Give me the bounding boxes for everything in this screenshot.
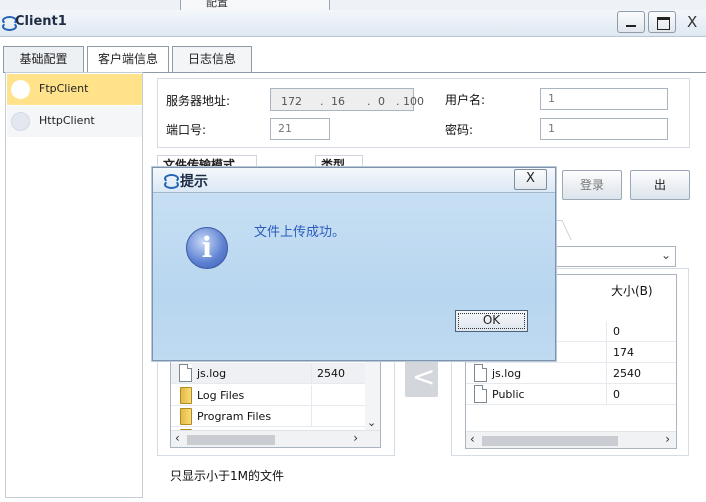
- port-input[interactable]: 21: [270, 118, 330, 140]
- tab-client-info[interactable]: 客户端信息: [87, 46, 169, 73]
- server-address-label: 服务器地址:: [166, 94, 231, 108]
- list-item-label: HttpClient: [39, 114, 95, 127]
- file-name: Public: [492, 388, 525, 401]
- scroll-right-icon: ›: [353, 431, 358, 445]
- radio-icon: [11, 112, 30, 131]
- ip-octet-2: 16: [331, 95, 345, 108]
- arrow-left-icon: <: [412, 360, 436, 393]
- file-size: 174: [613, 346, 634, 359]
- dialog-message: 文件上传成功。: [254, 225, 346, 240]
- folder-icon: [180, 387, 192, 404]
- chevron-down-icon: ⌄: [660, 248, 671, 262]
- username-input[interactable]: 1: [540, 88, 668, 110]
- table-row[interactable]: Program Files: [171, 406, 366, 427]
- tab-basic-config[interactable]: 基础配置: [3, 46, 84, 72]
- client-type-list: FtpClient HttpClient: [5, 72, 143, 498]
- file-icon: [179, 364, 192, 382]
- password-input[interactable]: 1: [540, 118, 668, 140]
- window-title: Client1: [15, 14, 67, 29]
- scroll-left-icon: ‹: [175, 431, 180, 445]
- close-icon: X: [687, 13, 698, 31]
- remote-path-select[interactable]: ⌄: [555, 246, 676, 267]
- size-column-header[interactable]: 大小(B): [611, 282, 653, 299]
- ok-button[interactable]: OK: [455, 310, 528, 332]
- file-name: js.log: [492, 367, 522, 380]
- scroll-down-icon: ⌄: [367, 416, 377, 429]
- window-title-bar: Client1 X: [0, 10, 706, 37]
- ip-octet-4: 100: [403, 95, 424, 108]
- info-icon: i: [186, 227, 228, 269]
- table-row[interactable]: js.log 2540: [171, 363, 366, 384]
- download-arrow-button[interactable]: <: [405, 356, 438, 397]
- message-dialog: 提示 X i 文件上传成功。 OK: [152, 167, 556, 361]
- login-button[interactable]: 登录: [562, 170, 622, 200]
- password-label: 密码:: [445, 123, 474, 137]
- file-size: 2540: [613, 367, 641, 380]
- file-size-note: 只显示小于1M的文件: [170, 469, 284, 483]
- file-size: 2540: [317, 367, 345, 380]
- table-row[interactable]: Log Files: [171, 385, 366, 406]
- ip-dot: .: [396, 95, 400, 108]
- file-name: Log Files: [197, 389, 245, 402]
- ip-dot: .: [320, 95, 324, 108]
- scroll-thumb[interactable]: [482, 436, 618, 446]
- username-label: 用户名:: [445, 93, 486, 107]
- scroll-left-icon: ‹: [470, 432, 475, 446]
- dialog-body: i 文件上传成功。 OK: [153, 194, 555, 360]
- ip-octet-1: 172: [281, 95, 302, 108]
- file-name: js.log: [197, 367, 227, 380]
- file-size: 0: [613, 388, 620, 401]
- scroll-right-icon: ›: [665, 432, 670, 446]
- ip-octet-3: 0: [378, 95, 385, 108]
- background-tab-label: 配置: [206, 0, 228, 9]
- list-item-label: FtpClient: [39, 82, 89, 95]
- dialog-close-button[interactable]: X: [514, 169, 547, 190]
- logout-button[interactable]: 出: [630, 170, 690, 200]
- app-icon: [0, 15, 17, 31]
- scroll-thumb[interactable]: [187, 435, 275, 445]
- table-row[interactable]: js.log 2540: [466, 363, 676, 384]
- horizontal-scrollbar[interactable]: ‹ ›: [171, 430, 380, 447]
- app-icon: [162, 173, 179, 189]
- ip-dot: .: [367, 95, 371, 108]
- file-icon: [474, 385, 487, 403]
- list-item-ftpclient[interactable]: FtpClient: [7, 74, 142, 105]
- server-ip-input[interactable]: 172 . 16 . 0 . 100: [270, 88, 424, 111]
- table-row[interactable]: Public 0: [466, 384, 676, 405]
- file-icon: [474, 364, 487, 382]
- radio-icon: [11, 80, 30, 99]
- minimize-button[interactable]: [617, 11, 645, 33]
- dialog-title: 提示: [180, 174, 208, 190]
- horizontal-scrollbar[interactable]: ‹ ›: [466, 431, 676, 448]
- list-item-httpclient[interactable]: HttpClient: [7, 106, 142, 137]
- window-close-button[interactable]: X: [678, 11, 706, 33]
- folder-icon: [180, 408, 192, 425]
- file-size: 0: [613, 325, 620, 338]
- file-name: Program Files: [197, 410, 272, 423]
- maximize-button[interactable]: [648, 11, 676, 33]
- dialog-title-bar: 提示 X: [153, 168, 555, 193]
- port-label: 端口号:: [166, 123, 207, 137]
- tab-log-info[interactable]: 日志信息: [172, 46, 252, 72]
